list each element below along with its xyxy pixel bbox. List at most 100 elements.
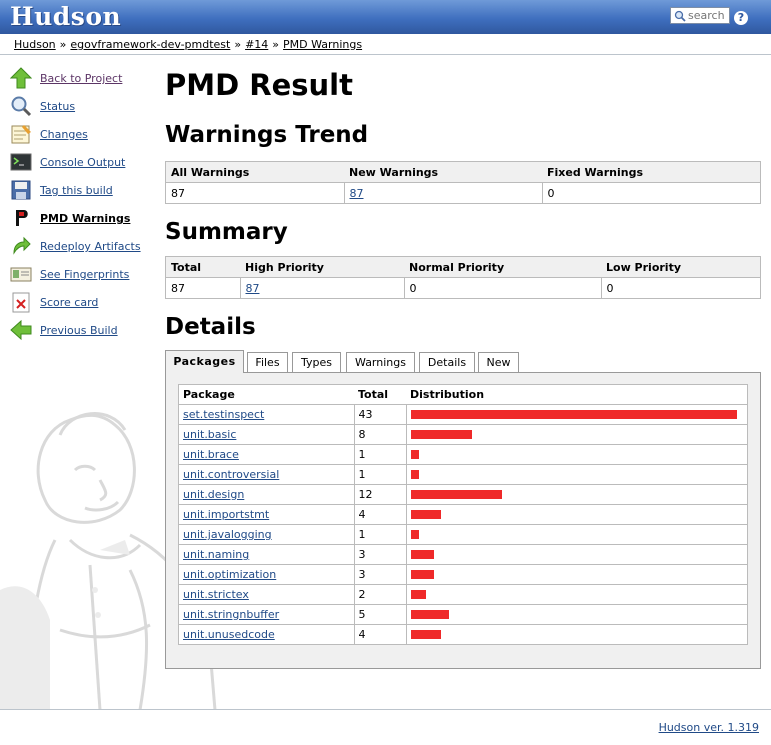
distribution-bar (410, 430, 472, 439)
search-icon (674, 10, 686, 22)
summary-table: Total High Priority Normal Priority Low … (165, 256, 761, 299)
package-link[interactable]: unit.basic (183, 428, 236, 441)
distribution-bar (410, 630, 441, 639)
column-header: Low Priority (601, 256, 761, 278)
table-row: unit.design 12 (178, 484, 748, 505)
tab-packages[interactable]: Packages (165, 350, 244, 373)
breadcrumb-separator: » (272, 38, 280, 51)
distribution-cell (405, 464, 748, 485)
tab-details[interactable]: Details (419, 352, 475, 372)
task-status[interactable]: Status (10, 94, 155, 122)
package-link[interactable]: unit.design (183, 488, 244, 501)
table-header-row: Package Total Distribution (178, 384, 748, 405)
distribution-bar (410, 570, 434, 579)
task-link-pmd-warnings[interactable]: PMD Warnings (40, 212, 130, 225)
task-link-changes[interactable]: Changes (40, 128, 88, 141)
package-link[interactable]: unit.controversial (183, 468, 279, 481)
new-warnings-link[interactable]: 87 (350, 187, 364, 200)
task-link-see-fingerprints[interactable]: See Fingerprints (40, 268, 129, 281)
distribution-cell (405, 524, 748, 545)
task-link-redeploy-artifacts[interactable]: Redeploy Artifacts (40, 240, 141, 253)
table-row: unit.controversial 1 (178, 464, 748, 485)
package-total: 4 (353, 504, 406, 525)
distribution-cell (405, 424, 748, 445)
package-cell: unit.controversial (178, 464, 354, 485)
task-console-output[interactable]: Console Output (10, 150, 155, 178)
task-redeploy-artifacts[interactable]: Redeploy Artifacts (10, 234, 155, 262)
new-warnings-cell: 87 (343, 182, 542, 204)
distribution-cell (405, 444, 748, 465)
package-link[interactable]: unit.stringnbuffer (183, 608, 279, 621)
package-link[interactable]: unit.unusedcode (183, 628, 275, 641)
high-priority-link[interactable]: 87 (246, 282, 260, 295)
task-changes[interactable]: Changes (10, 122, 155, 150)
package-total: 2 (353, 584, 406, 605)
package-total: 12 (353, 484, 406, 505)
table-row: unit.strictex 2 (178, 584, 748, 605)
column-header: Fixed Warnings (542, 161, 761, 183)
tab-files[interactable]: Files (247, 352, 288, 372)
search-box[interactable] (670, 7, 730, 24)
package-cell: unit.javalogging (178, 524, 354, 545)
column-header: Normal Priority (404, 256, 601, 278)
save-icon (11, 180, 31, 200)
distribution-bar (410, 590, 426, 599)
task-link-score-card[interactable]: Score card (40, 296, 98, 309)
breadcrumb-item-project[interactable]: egovframework-dev-pmdtest (70, 38, 230, 51)
fixed-warnings-value: 0 (541, 182, 761, 204)
column-header: Total (165, 256, 240, 278)
redeploy-icon (13, 236, 31, 255)
task-previous-build[interactable]: Previous Build (10, 318, 155, 346)
breadcrumb-item-pmd-warnings[interactable]: PMD Warnings (283, 38, 362, 51)
version-link[interactable]: Hudson ver. 1.319 (659, 721, 759, 734)
package-total: 43 (353, 404, 406, 425)
package-link[interactable]: set.testinspect (183, 408, 264, 421)
package-total: 4 (353, 624, 406, 645)
package-cell: unit.brace (178, 444, 354, 465)
package-link[interactable]: unit.importstmt (183, 508, 269, 521)
distribution-cell (405, 544, 748, 565)
task-tag-this-build[interactable]: Tag this build (10, 178, 155, 206)
help-icon[interactable]: ? (734, 11, 748, 25)
page-title: PMD Result (165, 68, 353, 102)
hudson-logo[interactable]: Hudson (10, 2, 121, 31)
table-row: 87 87 0 0 (166, 277, 761, 299)
package-cell: unit.optimization (178, 564, 354, 585)
task-see-fingerprints[interactable]: See Fingerprints (10, 262, 155, 290)
low-priority-value: 0 (600, 277, 761, 299)
package-link[interactable]: unit.strictex (183, 588, 249, 601)
summary-heading: Summary (165, 219, 288, 245)
tab-warnings[interactable]: Warnings (346, 352, 415, 372)
search-input[interactable] (688, 8, 730, 23)
package-link[interactable]: unit.javalogging (183, 528, 272, 541)
breadcrumb-item-hudson[interactable]: Hudson (14, 38, 56, 51)
package-link[interactable]: unit.brace (183, 448, 239, 461)
terminal-icon (10, 153, 32, 171)
task-back-to-project[interactable]: Back to Project (10, 66, 155, 94)
breadcrumb: Hudson» egovframework-dev-pmdtest» #14» PMD… (0, 34, 771, 55)
task-link-console-output[interactable]: Console Output (40, 156, 125, 169)
distribution-bar (410, 510, 441, 519)
task-score-card[interactable]: Score card (10, 290, 155, 318)
scorecard-icon (12, 292, 30, 313)
package-total: 3 (353, 544, 406, 565)
package-link[interactable]: unit.optimization (183, 568, 276, 581)
warnings-trend-table: All Warnings New Warnings Fixed Warnings… (165, 161, 761, 204)
task-pmd-warnings[interactable]: PMD Warnings (10, 206, 155, 234)
package-link[interactable]: unit.naming (183, 548, 249, 561)
distribution-bar (410, 610, 449, 619)
distribution-cell (405, 484, 748, 505)
task-link-tag-this-build[interactable]: Tag this build (40, 184, 113, 197)
breadcrumb-item-build[interactable]: #14 (245, 38, 268, 51)
task-link-previous-build[interactable]: Previous Build (40, 324, 118, 337)
footer: Hudson ver. 1.319 (0, 709, 771, 745)
task-link-back-to-project[interactable]: Back to Project (40, 72, 122, 85)
column-header: High Priority (240, 256, 404, 278)
task-link-status[interactable]: Status (40, 100, 75, 113)
tab-types[interactable]: Types (292, 352, 341, 372)
packages-table-body: set.testinspect 43 unit.basic 8 unit.brace 1 u… (178, 404, 748, 645)
column-header-package: Package (178, 384, 354, 405)
distribution-cell (405, 404, 748, 425)
tab-new[interactable]: New (478, 352, 519, 372)
table-header-row: Total High Priority Normal Priority Low … (165, 256, 761, 278)
